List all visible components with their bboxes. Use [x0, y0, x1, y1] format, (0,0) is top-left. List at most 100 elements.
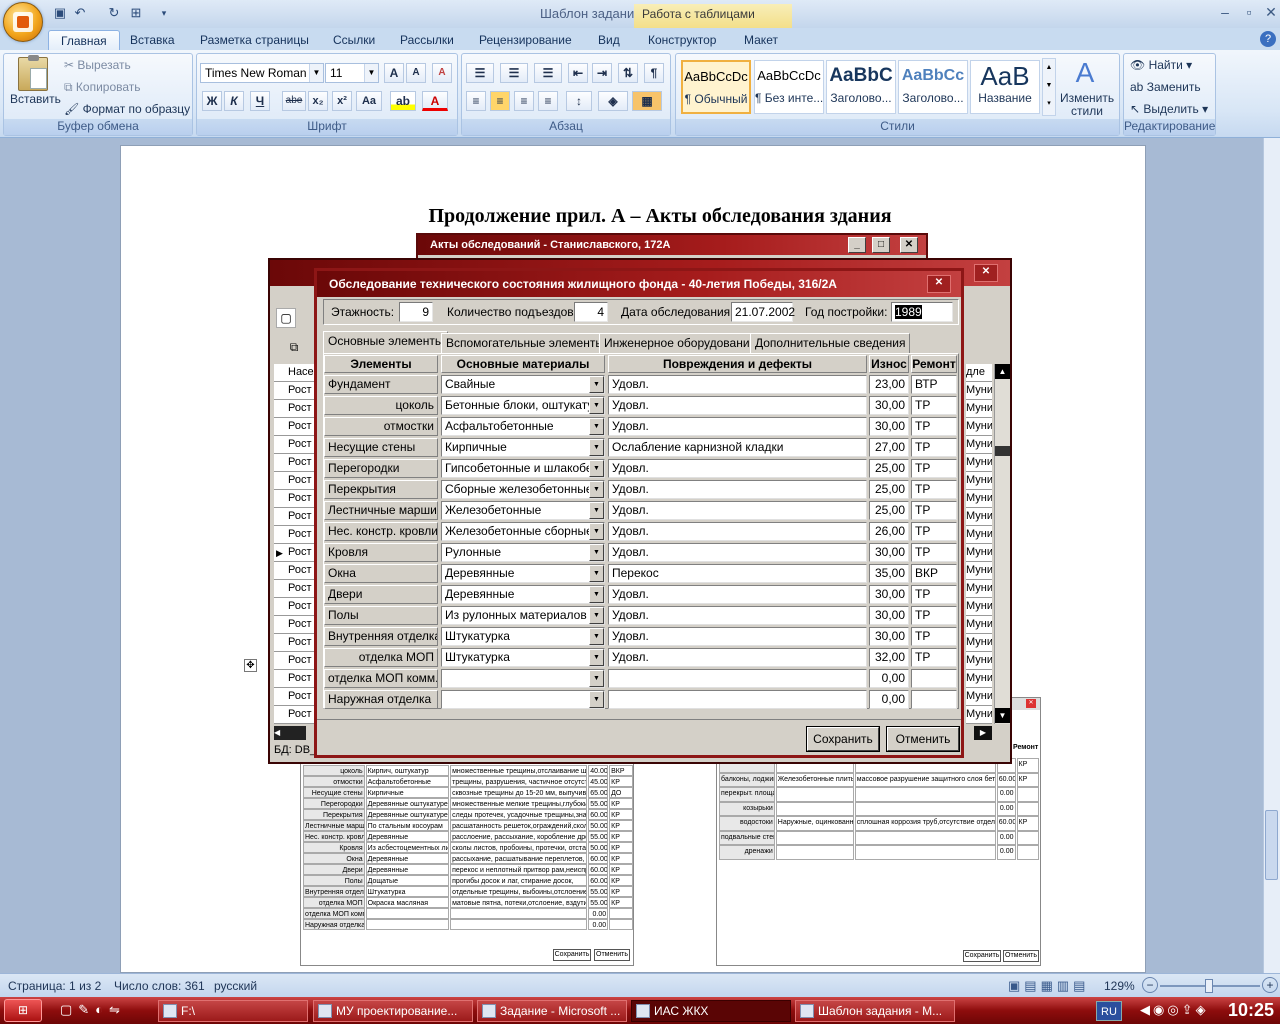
- list-row-cell[interactable]: Рост: [274, 526, 318, 544]
- defect-field[interactable]: [608, 690, 867, 709]
- dialog-close-button[interactable]: ✕: [927, 275, 951, 293]
- taskbar-item-mu[interactable]: МУ проектирование...: [313, 1000, 473, 1022]
- wear-field[interactable]: 30,00: [869, 417, 909, 436]
- undo-icon[interactable]: ↶: [72, 5, 88, 21]
- select-button[interactable]: ↖ Выделить ▾: [1130, 102, 1208, 116]
- language-indicator[interactable]: RU: [1096, 1001, 1122, 1021]
- wear-field[interactable]: 25,00: [869, 480, 909, 499]
- superscript-button[interactable]: x²: [332, 91, 352, 111]
- survey-list-scrollbar[interactable]: ▲ ▼: [994, 364, 1010, 724]
- list-row-cell[interactable]: Рост: [274, 400, 318, 418]
- year-field[interactable]: 1989: [891, 302, 953, 322]
- material-dropdown[interactable]: Свайные ▼: [441, 375, 605, 394]
- tab-review[interactable]: Рецензирование: [467, 30, 584, 50]
- style-heading1[interactable]: AaBbC Заголово...: [826, 60, 896, 114]
- material-dropdown[interactable]: Бетонные блоки, оштукатур ▼: [441, 396, 605, 415]
- grow-font-icon[interactable]: A: [384, 63, 404, 83]
- repair-field[interactable]: ТР: [911, 543, 957, 562]
- list-row-cell[interactable]: Рост: [274, 652, 318, 670]
- scroll-left-icon[interactable]: ◀: [274, 726, 306, 740]
- defect-field[interactable]: Удовл.: [608, 522, 867, 541]
- wear-field[interactable]: 27,00: [869, 438, 909, 457]
- align-center-icon[interactable]: ≡: [490, 91, 510, 111]
- chevron-down-icon[interactable]: ▼: [589, 460, 604, 477]
- list-row-cell[interactable]: Муни: [966, 382, 992, 400]
- list-row-cell[interactable]: Насе: [274, 364, 318, 382]
- list-row-cell[interactable]: Рост: [274, 508, 318, 526]
- acts-maximize-button[interactable]: □: [872, 237, 890, 253]
- repair-field[interactable]: [911, 690, 957, 709]
- taskbar-item-shablon[interactable]: Шаблон задания - M...: [795, 1000, 955, 1022]
- list-row-cell[interactable]: Муни: [966, 526, 992, 544]
- material-dropdown[interactable]: ▼: [441, 690, 605, 709]
- list-row-cell[interactable]: Муни: [966, 652, 992, 670]
- list-row-cell[interactable]: Рост: [274, 580, 318, 598]
- material-dropdown[interactable]: Гипсобетонные и шлакобето ▼: [441, 459, 605, 478]
- page-count[interactable]: Страница: 1 из 2: [8, 979, 101, 993]
- repair-field[interactable]: ТР: [911, 627, 957, 646]
- scroll-thumb[interactable]: [995, 446, 1010, 456]
- scroll-up-icon[interactable]: ▲: [995, 364, 1010, 379]
- replace-button[interactable]: ab Заменить: [1130, 80, 1201, 94]
- list-row-cell[interactable]: Муни: [966, 418, 992, 436]
- wear-field[interactable]: 0,00: [869, 690, 909, 709]
- repair-field[interactable]: ТР: [911, 459, 957, 478]
- acts-minimize-button[interactable]: _: [848, 237, 866, 253]
- style-title[interactable]: AaB Название: [970, 60, 1040, 114]
- tab-layout[interactable]: Макет: [732, 30, 790, 50]
- tab-page-layout[interactable]: Разметка страницы: [188, 30, 321, 50]
- defect-field[interactable]: Удовл.: [608, 459, 867, 478]
- survey-dialog[interactable]: Обследование технического состояния жили…: [314, 268, 964, 758]
- defect-field[interactable]: Удовл.: [608, 627, 867, 646]
- wear-field[interactable]: 25,00: [869, 501, 909, 520]
- chevron-down-icon[interactable]: ▼: [589, 628, 604, 645]
- material-dropdown[interactable]: ▼: [441, 669, 605, 688]
- list-row-cell[interactable]: Рост: [274, 688, 318, 706]
- wear-field[interactable]: 30,00: [869, 606, 909, 625]
- start-button[interactable]: ⊞: [4, 999, 42, 1022]
- taskbar-item-explorer[interactable]: F:\: [158, 1000, 308, 1022]
- strikethrough-button[interactable]: abe: [282, 91, 306, 111]
- justify-icon[interactable]: ≡: [538, 91, 558, 111]
- list-row-cell[interactable]: Муни: [966, 562, 992, 580]
- numbering-icon[interactable]: ☰: [500, 63, 528, 83]
- material-dropdown[interactable]: Кирпичные ▼: [441, 438, 605, 457]
- list-row-cell[interactable]: Рост: [274, 454, 318, 472]
- line-spacing-icon[interactable]: ↕: [566, 91, 592, 111]
- chevron-down-icon[interactable]: ▼: [589, 523, 604, 540]
- increase-indent-icon[interactable]: ⇥: [592, 63, 612, 83]
- highlight-icon[interactable]: ab: [390, 91, 416, 111]
- zoom-level[interactable]: 129%: [1104, 979, 1135, 993]
- font-color-icon[interactable]: A: [422, 91, 448, 111]
- defect-field[interactable]: Перекос: [608, 564, 867, 583]
- chevron-down-icon[interactable]: ▼: [589, 481, 604, 498]
- defect-field[interactable]: Удовл.: [608, 648, 867, 667]
- chevron-down-icon[interactable]: ▼: [589, 376, 604, 393]
- repair-field[interactable]: ВКР: [911, 564, 957, 583]
- taskbar-item-zadanie[interactable]: Задание - Microsoft ...: [477, 1000, 627, 1022]
- defect-field[interactable]: Удовл.: [608, 543, 867, 562]
- material-dropdown[interactable]: Деревянные ▼: [441, 585, 605, 604]
- list-row-cell[interactable]: Муни: [966, 436, 992, 454]
- list-row-cell[interactable]: Рост: [274, 634, 318, 652]
- chevron-down-icon[interactable]: ▼: [589, 418, 604, 435]
- style-normal[interactable]: AaBbCcDc ¶ Обычный: [681, 60, 751, 114]
- vertical-scrollbar[interactable]: [1263, 138, 1280, 973]
- defect-field[interactable]: Удовл.: [608, 417, 867, 436]
- tab-mailings[interactable]: Рассылки: [388, 30, 466, 50]
- list-row-cell[interactable]: Муни: [966, 670, 992, 688]
- defect-field[interactable]: [608, 669, 867, 688]
- list-row-cell[interactable]: Муни: [966, 472, 992, 490]
- wear-field[interactable]: 30,00: [869, 396, 909, 415]
- list-row-cell[interactable]: дле: [966, 364, 992, 382]
- paste-button[interactable]: Вставить: [10, 92, 61, 106]
- list-row-cell[interactable]: Рост: [274, 670, 318, 688]
- minimize-button[interactable]: –: [1212, 3, 1238, 21]
- chevron-down-icon[interactable]: ▼: [589, 439, 604, 456]
- wear-field[interactable]: 30,00: [869, 627, 909, 646]
- redo-icon[interactable]: ↻: [106, 5, 122, 21]
- wear-field[interactable]: 23,00: [869, 375, 909, 394]
- scroll-thumb[interactable]: [1265, 810, 1278, 880]
- shading-icon[interactable]: ◈: [598, 91, 628, 111]
- multilevel-list-icon[interactable]: ☰: [534, 63, 562, 83]
